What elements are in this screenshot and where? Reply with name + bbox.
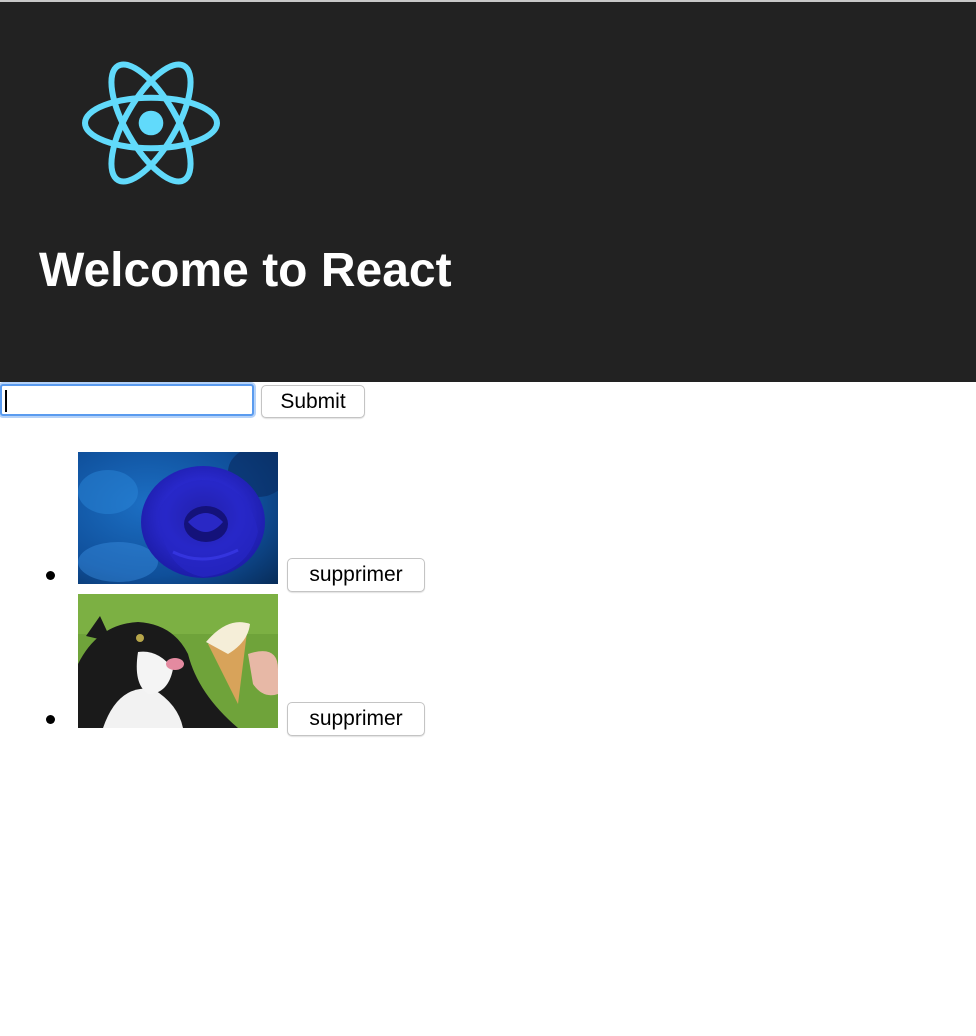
app-title: Welcome to React bbox=[39, 244, 452, 297]
delete-button[interactable]: supprimer bbox=[287, 702, 425, 736]
submit-button[interactable]: Submit bbox=[261, 385, 365, 418]
app-header: Welcome to React bbox=[0, 2, 976, 382]
blue-rose-image bbox=[78, 452, 278, 584]
text-cursor bbox=[5, 390, 7, 412]
list-bullet bbox=[46, 715, 55, 724]
react-logo-icon bbox=[82, 61, 220, 185]
item-text-input[interactable] bbox=[0, 384, 254, 416]
cat-ice-cream-image bbox=[78, 594, 278, 728]
delete-button[interactable]: supprimer bbox=[287, 558, 425, 592]
list-bullet bbox=[46, 571, 55, 580]
